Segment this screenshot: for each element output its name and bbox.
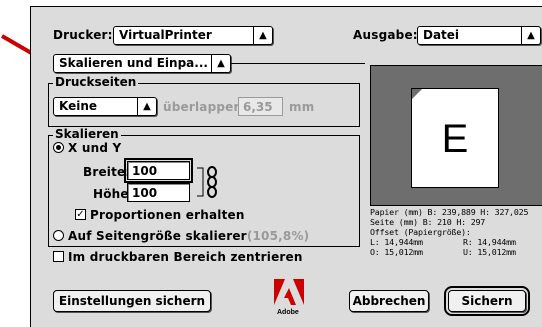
overlap-field[interactable]: 6,35 xyxy=(238,97,283,116)
printer-select-value: VirtualPrinter xyxy=(119,28,212,42)
fit-percent: (105,8%) xyxy=(246,229,310,243)
height-field[interactable]: 100 xyxy=(127,183,190,202)
fit-label: Auf Seitengröße skalierer(105,8%) xyxy=(68,229,309,243)
preview-paper: E xyxy=(411,88,499,188)
fit-label-text: Auf Seitengröße skalierer xyxy=(68,229,247,243)
center-checkbox[interactable] xyxy=(53,251,64,262)
xy-label: X und Y xyxy=(68,141,122,155)
updown-arrows-icon: ▲︎ xyxy=(137,98,156,115)
panel-select[interactable]: Skalieren und Einpa... ▲︎ xyxy=(53,54,231,73)
tiling-select[interactable]: Keine ▲︎ xyxy=(53,97,157,116)
printer-select[interactable]: VirtualPrinter ▲︎ xyxy=(113,26,273,45)
save-settings-button[interactable]: Einstellungen sichern xyxy=(53,290,211,312)
proportions-label: Proportionen erhalten xyxy=(90,208,245,222)
width-field[interactable]: 100 xyxy=(124,158,193,183)
skalieren-title: Skalieren xyxy=(53,127,121,141)
output-label: Ausgabe: xyxy=(353,28,418,42)
overlap-unit: mm xyxy=(289,100,315,114)
adobe-logo: Adobe xyxy=(274,279,308,319)
proportions-checkbox[interactable]: ✓ xyxy=(75,209,86,220)
updown-arrows-icon: ▲︎ xyxy=(521,27,540,44)
preview-letter: E xyxy=(441,117,469,161)
druckseiten-title: Druckseiten xyxy=(53,75,139,89)
adobe-logo-icon xyxy=(274,279,304,305)
offset-top: O: 15,012mm xyxy=(370,247,423,257)
center-label: Im druckbaren Bereich zentrieren xyxy=(68,250,303,264)
print-dialog: Drucker: VirtualPrinter ▲︎ Ausgabe: Date… xyxy=(30,6,542,327)
offset-bottom: U: 15,012mm xyxy=(463,247,516,257)
width-label: Breite: xyxy=(83,165,131,179)
updown-arrows-icon: ▲︎ xyxy=(253,27,272,44)
page-preview: E xyxy=(370,65,542,206)
offset-label: Offset (Papiergröße): xyxy=(370,227,471,237)
offset-right: R: 14,944mm xyxy=(463,237,516,247)
offset-left: L: 14,944mm xyxy=(370,237,423,247)
save-button[interactable]: Sichern xyxy=(444,286,530,316)
page-fold-icon xyxy=(412,89,422,99)
output-select[interactable]: Datei ▲︎ xyxy=(417,26,541,45)
adobe-logo-text: Adobe xyxy=(277,309,299,316)
updown-arrows-icon: ▲︎ xyxy=(211,55,230,72)
fit-radio[interactable] xyxy=(53,230,64,241)
panel-select-value: Skalieren und Einpa... xyxy=(59,56,208,70)
tiling-select-value: Keine xyxy=(59,99,98,113)
printer-label: Drucker: xyxy=(53,28,113,42)
output-select-value: Datei xyxy=(423,28,460,42)
paper-size-text: Papier (mm) B: 239,889 H: 327,025 xyxy=(370,207,529,217)
panel-divider xyxy=(231,63,365,64)
chain-link-icon[interactable] xyxy=(195,165,221,199)
overlap-label: überlappen xyxy=(163,100,243,114)
xy-radio[interactable] xyxy=(53,142,64,153)
page-size-text: Seite (mm) B: 210 H: 297 xyxy=(370,217,486,227)
cancel-button[interactable]: Abbrechen xyxy=(349,290,429,312)
